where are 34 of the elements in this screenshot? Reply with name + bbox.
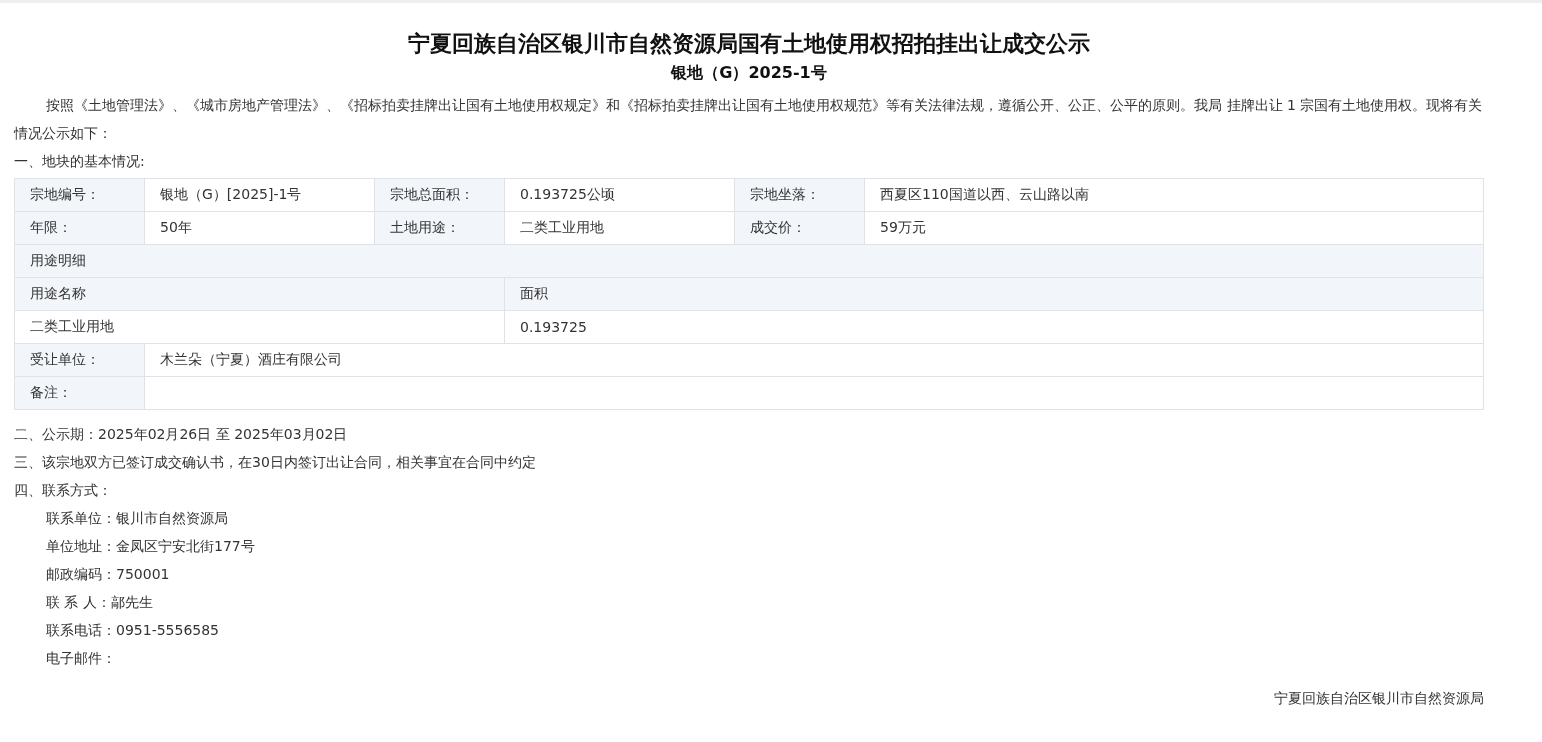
field-value: 木兰朵（宁夏）酒庄有限公司	[144, 343, 1484, 377]
field-label: 宗地编号：	[14, 178, 145, 212]
contact-line: 联 系 人：鄗先生	[45, 593, 154, 612]
intro-paragraph: 按照《土地管理法》、《城市房地产管理法》、《招标拍卖挂牌出让国有土地使用权规定》和《招标拍卖挂牌出让国有土地使用权规范》等有关法律法规，遵循公开、公正、公平的原则。我局 挂牌出让 1 宗国有土地使用权。现将有关情况公示如下：	[14, 96, 1484, 143]
contact-line: 电子邮件：	[45, 649, 117, 668]
contact-line: 联系单位：银川市自然资源局	[45, 509, 229, 528]
table-cell: 0.193725	[504, 310, 1484, 344]
document-number: 银地（G）2025-1号	[669, 62, 828, 84]
field-label: 土地用途：	[374, 211, 505, 245]
field-label: 受让单位：	[14, 343, 145, 377]
page-title: 宁夏回族自治区银川市自然资源局国有土地使用权招拍挂出让成交公示	[407, 30, 1091, 58]
table-cell: 二类工业用地	[14, 310, 505, 344]
column-header: 用途名称	[14, 277, 505, 311]
field-value: 50年	[144, 211, 375, 245]
field-label: 备注：	[14, 376, 145, 410]
column-header: 面积	[504, 277, 1484, 311]
field-value: 0.193725公顷	[504, 178, 735, 212]
section-text: 三、该宗地双方已签订成交确认书，在30日内签订出让合同，相关事宜在合同中约定	[14, 453, 537, 472]
field-value: 二类工业用地	[504, 211, 735, 245]
section-heading: 四、联系方式：	[14, 481, 113, 500]
contact-line: 联系电话：0951-5556585	[45, 621, 221, 640]
field-label: 宗地坐落：	[734, 178, 865, 212]
contact-line: 单位地址：金凤区宁安北街177号	[45, 537, 256, 556]
field-value: 西夏区110国道以西、云山路以南	[864, 178, 1484, 212]
contact-line: 邮政编码：750001	[45, 565, 171, 584]
section-text: 二、公示期：2025年02月26日 至 2025年03月02日	[14, 425, 349, 444]
field-label: 年限：	[14, 211, 145, 245]
issuer-signature: 宁夏回族自治区银川市自然资源局	[1273, 689, 1484, 708]
field-label: 成交价：	[734, 211, 865, 245]
section-heading: 一、地块的基本情况:	[14, 152, 146, 171]
field-value: 59万元	[864, 211, 1484, 245]
field-label: 宗地总面积：	[374, 178, 505, 212]
field-value: 银地（G）[2025]-1号	[144, 178, 375, 212]
section-header-cell: 用途明细	[14, 244, 1484, 278]
